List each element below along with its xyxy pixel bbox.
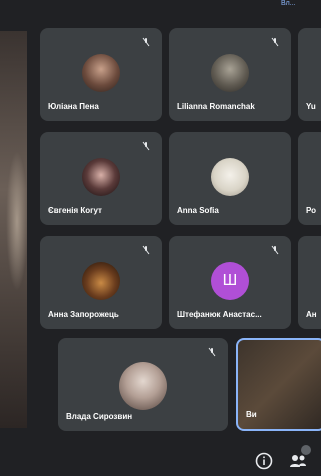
info-button[interactable] (254, 451, 274, 471)
avatar (211, 158, 249, 196)
participant-tile[interactable]: Анна Запорожець (40, 236, 162, 329)
participant-name: Ан (306, 310, 317, 319)
avatar (211, 54, 249, 92)
participant-tile[interactable]: Lilianna Romanchak (169, 28, 291, 121)
participant-tile[interactable]: Ш Штефанюк Анастас... (169, 236, 291, 329)
people-button[interactable] (288, 445, 311, 471)
mic-off-icon (271, 37, 279, 47)
info-icon (255, 452, 273, 470)
participant-name: Anna Sofia (177, 206, 219, 215)
avatar (119, 362, 167, 410)
mic-off-icon (142, 37, 150, 47)
participant-tile[interactable]: Yu (298, 28, 321, 121)
participant-name: Ро (306, 206, 317, 215)
participant-name: Влада Сирозвин (66, 412, 133, 421)
participant-count-badge (301, 445, 311, 455)
avatar (82, 158, 120, 196)
participant-name: Євгенія Когут (48, 206, 102, 215)
mic-off-icon (142, 141, 150, 151)
mic-off-icon (208, 347, 216, 357)
participant-name: Yu (306, 102, 316, 111)
presenter-video (0, 31, 27, 428)
participant-tile[interactable]: Євгенія Когут (40, 132, 162, 225)
participant-name: Анна Запорожець (48, 310, 119, 319)
participant-tile[interactable]: Anna Sofia (169, 132, 291, 225)
mic-off-icon (142, 245, 150, 255)
participant-name: Lilianna Romanchak (177, 102, 255, 111)
top-link[interactable]: Вл... (281, 0, 321, 8)
bottom-bar (0, 432, 321, 476)
participant-name: Штефанюк Анастас... (177, 310, 262, 319)
participant-tile[interactable]: Влада Сирозвин (58, 338, 228, 431)
mic-off-icon (271, 245, 279, 255)
self-name: Ви (246, 410, 257, 419)
letter-avatar: Ш (211, 262, 249, 300)
avatar (82, 262, 120, 300)
self-video-tile[interactable]: Ви (236, 338, 321, 431)
participant-tile[interactable]: Ро (298, 132, 321, 225)
avatar (82, 54, 120, 92)
participant-name: Юліана Пена (48, 102, 99, 111)
participant-tile[interactable]: Ан (298, 236, 321, 329)
participant-tile[interactable]: Юліана Пена (40, 28, 162, 121)
